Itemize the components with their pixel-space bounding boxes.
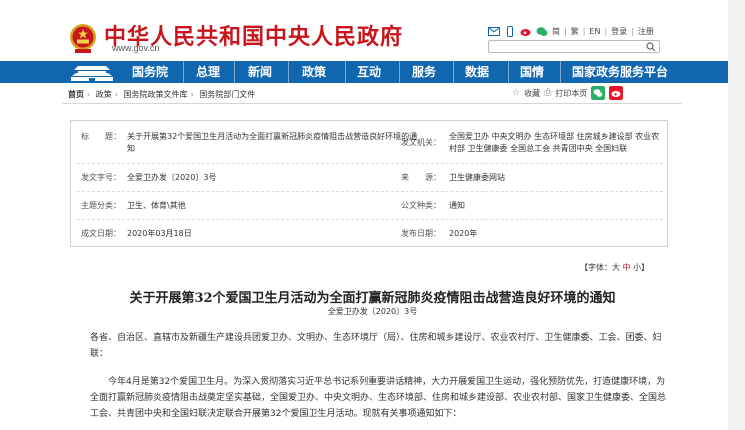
docno-label: 发文字号： [81, 173, 121, 182]
row-divider [77, 191, 663, 192]
publish-date-value: 2020年 [449, 229, 478, 238]
nav-item-data[interactable]: 数据 [465, 61, 489, 83]
breadcrumb-department-docs[interactable]: 国务院部门文件 [199, 90, 255, 99]
national-emblem-logo[interactable] [68, 22, 98, 54]
type-label: 公文种类： [401, 201, 441, 210]
nav-divider [234, 61, 235, 83]
source-value: 卫生健康委网站 [449, 173, 505, 182]
lang-traditional-link[interactable]: 繁 [571, 26, 579, 37]
nav-divider [453, 61, 454, 83]
type-value: 通知 [449, 201, 465, 210]
article-paragraph-2: 今年4月是第32个爱国卫生月。为深入贯彻落实习近平总书记系列重要讲话精神，大力开… [90, 377, 667, 419]
row-divider [77, 163, 663, 164]
tiananmen-icon [71, 66, 113, 81]
printer-icon[interactable]: ⎙ [544, 88, 551, 98]
issuer-value: 全国爱卫办 中央文明办 生态环境部 住房城乡建设部 农业农村部 卫生健康委 全国… [449, 132, 660, 153]
article-tools: ☆ 收藏 ⎙ 打印本页 [512, 86, 624, 100]
link-separator: | [564, 26, 567, 36]
nav-divider [288, 61, 289, 83]
font-size-selector: 【字体：大 中 小】 [580, 262, 649, 273]
article-title: 关于开展第32个爱国卫生月活动为全面打赢新冠肺炎疫情阻击战营造良好环境的通知 [129, 291, 616, 306]
font-size-small[interactable]: 小 [633, 263, 641, 272]
mail-icon[interactable] [488, 26, 500, 37]
search-box [488, 40, 660, 59]
site-url: www.gov.cn [112, 43, 160, 53]
nav-item-national-info[interactable]: 国情 [520, 61, 544, 83]
breadcrumb-home[interactable]: 首页 [68, 90, 84, 99]
breadcrumb-arrow-icon: › [190, 90, 194, 99]
nav-divider [183, 61, 184, 83]
nav-item-services[interactable]: 服务 [412, 61, 436, 83]
date-value: 2020年03月18日 [127, 229, 192, 238]
issuer-label: 发文机关： [401, 138, 441, 147]
font-size-medium[interactable]: 中 [623, 263, 631, 272]
lang-simplified-link[interactable]: 简 [552, 26, 560, 37]
scrollbar-track[interactable] [728, 0, 745, 430]
article-doc-number: 全爱卫办发〔2020〕3号 [327, 307, 418, 316]
publish-date-label: 发布日期： [401, 229, 441, 238]
topic-label: 主题分类： [81, 201, 121, 210]
nav-item-interaction[interactable]: 互动 [357, 61, 381, 83]
print-link[interactable]: 打印本页 [555, 88, 587, 99]
nav-divider [560, 61, 561, 83]
main-nav: 国务院 总理 新闻 政策 互动 服务 数据 国情 国家政务服务平台 [0, 61, 745, 83]
source-label: 来 源： [401, 173, 441, 182]
mobile-icon[interactable] [504, 25, 516, 37]
topic-value: 卫生、体育\其他 [127, 201, 186, 210]
article-paragraph-1: 各省、自治区、直辖市及新疆生产建设兵团爱卫办、文明办、生态环境厅（局）、住房和城… [90, 333, 662, 359]
date-label: 成文日期： [81, 229, 121, 238]
breadcrumb-arrow-icon: › [87, 90, 91, 99]
lang-english-link[interactable]: EN [589, 27, 600, 36]
star-icon[interactable]: ☆ [512, 88, 520, 98]
favorite-link[interactable]: 收藏 [524, 88, 540, 99]
link-separator: | [604, 26, 608, 36]
weibo-share-icon[interactable] [609, 86, 624, 100]
docno-value: 全爱卫办发〔2020〕3号 [127, 173, 217, 182]
font-size-label: 【字体： [580, 263, 612, 272]
font-size-large[interactable]: 大 [612, 263, 620, 272]
wechat-icon[interactable] [536, 26, 548, 37]
link-separator: | [582, 26, 586, 36]
font-size-end: 】 [641, 263, 650, 272]
breadcrumb-policy[interactable]: 政策 [96, 90, 112, 99]
nav-item-policy[interactable]: 政策 [302, 61, 326, 83]
nav-divider [399, 61, 400, 83]
title-value: 关于开展第32个爱国卫生月活动为全面打赢新冠肺炎疫情阻击战营造良好环境的通知 [127, 132, 418, 153]
login-link[interactable]: 登录 [611, 26, 627, 37]
wechat-share-icon[interactable] [591, 86, 606, 100]
divider [62, 103, 682, 104]
nav-divider [508, 61, 509, 83]
nav-item-state-council[interactable]: 国务院 [132, 61, 168, 83]
site-header: 中华人民共和国中央人民政府 www.gov.cn 简 | 繁 | EN | 登录… [0, 0, 745, 60]
link-separator: | [631, 26, 634, 36]
title-label: 标 题： [81, 132, 121, 141]
nav-item-gov-service-platform[interactable]: 国家政务服务平台 [572, 61, 668, 83]
document-info-box: 标 题： 关于开展第32个爱国卫生月活动为全面打赢新冠肺炎疫情阻击战营造良好环境… [70, 120, 668, 247]
row-divider [77, 219, 663, 220]
nav-item-premier[interactable]: 总理 [196, 61, 220, 83]
top-links: 简 | 繁 | EN | 登录 | 注册 [488, 24, 654, 38]
register-link[interactable]: 注册 [638, 26, 654, 37]
breadcrumb-policy-library[interactable]: 国务院政策文件库 [124, 90, 188, 99]
weibo-icon[interactable] [520, 26, 532, 37]
breadcrumb: 首页 › 政策 › 国务院政策文件库 › 国务院部门文件 [68, 89, 255, 100]
search-icon[interactable] [646, 42, 656, 52]
search-input[interactable] [489, 48, 639, 59]
nav-divider [345, 61, 346, 83]
breadcrumb-arrow-icon: › [114, 90, 118, 99]
nav-item-news[interactable]: 新闻 [248, 61, 272, 83]
